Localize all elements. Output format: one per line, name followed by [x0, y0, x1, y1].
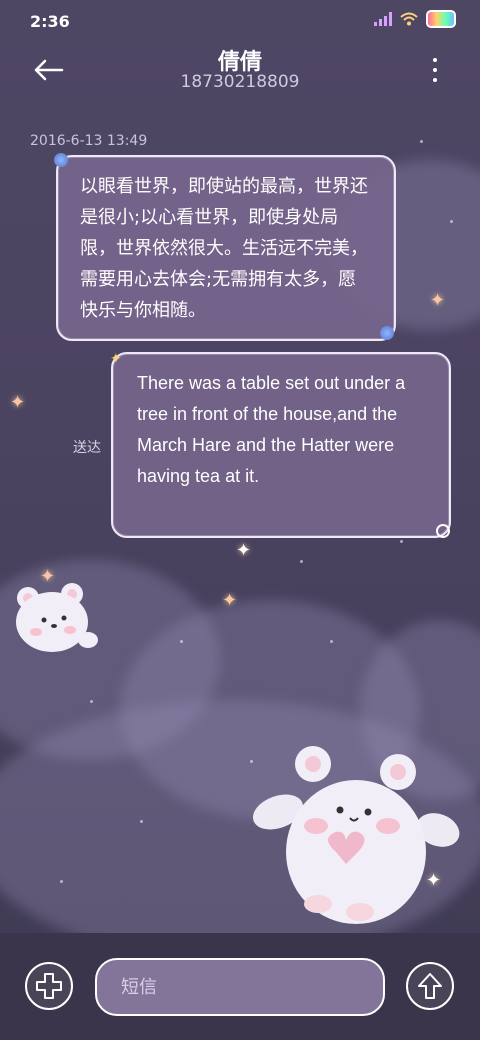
message-timestamp: 2016-6-13 13:49 [30, 133, 148, 149]
message-text: 以眼看世界，即使站的最高，世界还是很小;以心看世界，即使身处局限，世界依然很大。… [80, 176, 368, 321]
message-text: There was a table set out under a tree i… [137, 373, 406, 486]
plus-icon [36, 973, 62, 999]
outgoing-message-bubble[interactable]: There was a table set out under a tree i… [111, 352, 451, 538]
message-input[interactable] [95, 958, 385, 1016]
battery-icon [426, 10, 456, 28]
add-attachment-button[interactable] [25, 962, 73, 1010]
small-bear-sticker [16, 583, 98, 652]
status-icons [374, 10, 456, 28]
more-options-icon[interactable] [430, 58, 440, 82]
conversation-header: 倩倩 18730218809 [0, 40, 480, 100]
delivery-status: 送达 [73, 440, 101, 456]
contact-number: 18730218809 [180, 72, 300, 92]
wifi-icon [400, 12, 418, 26]
arrow-up-icon [418, 973, 442, 999]
big-bear-sticker [252, 746, 460, 924]
clock-sticker-icon [436, 524, 450, 538]
star-sticker-icon: ✦ [110, 351, 122, 367]
incoming-message-bubble[interactable]: 以眼看世界，即使站的最高，世界还是很小;以心看世界，即使身处局限，世界依然很大。… [56, 155, 396, 341]
send-button[interactable] [406, 962, 454, 1010]
planet-sticker-icon [54, 153, 68, 167]
signal-icon [374, 12, 392, 26]
composer-bar [0, 933, 480, 1040]
status-bar: 2:36 [0, 0, 480, 40]
planet-sticker-icon [380, 326, 394, 340]
status-time: 2:36 [30, 12, 70, 31]
